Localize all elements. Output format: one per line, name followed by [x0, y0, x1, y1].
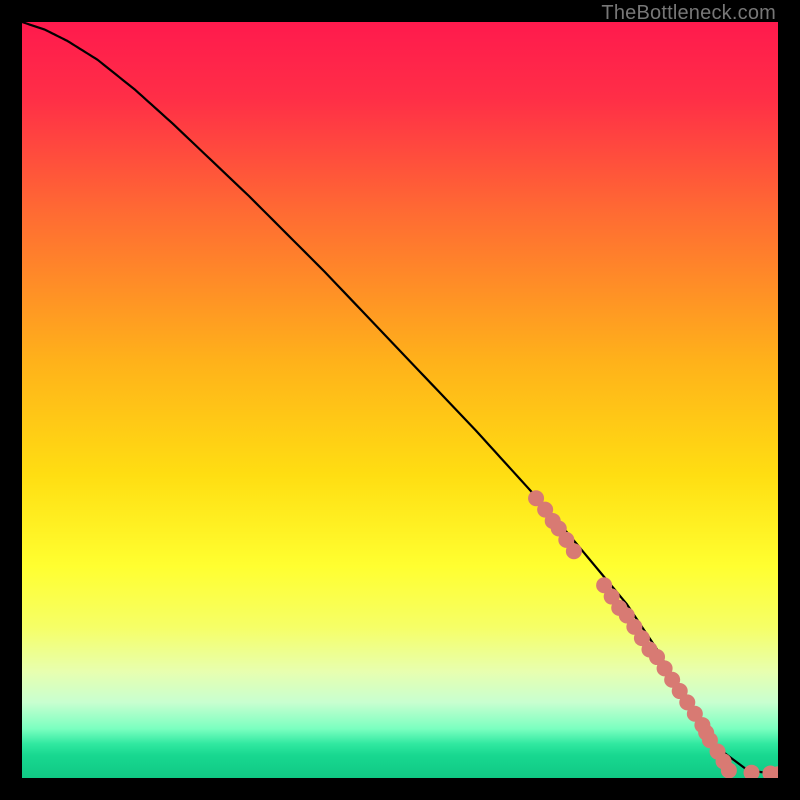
highlight-dot: [566, 543, 582, 559]
chart-area: [22, 22, 778, 778]
highlight-dot: [721, 762, 737, 778]
chart-svg: [22, 22, 778, 778]
